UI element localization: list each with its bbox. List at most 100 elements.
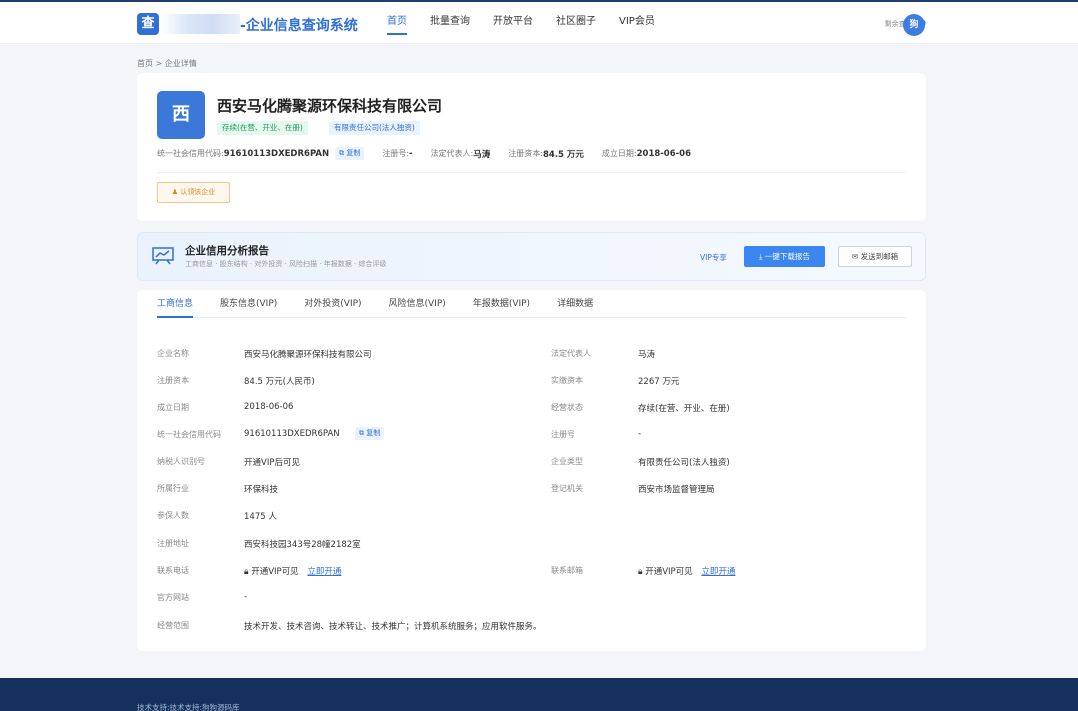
tab-detailed-data[interactable]: 详细数据 xyxy=(557,290,593,318)
company-logo: 西 xyxy=(157,91,205,139)
copy-icon: ⧉ xyxy=(339,149,345,157)
nav-vip[interactable]: VIP会员 xyxy=(619,2,655,44)
field-value: - xyxy=(244,592,248,602)
field-label: 官方网站 xyxy=(157,593,189,602)
field-value: - xyxy=(638,429,642,439)
page-footer: 技术支持:技术支持:狗狗源码库 xyxy=(0,678,1078,711)
founded-label: 成立日期: xyxy=(601,149,637,158)
field-label: 成立日期 xyxy=(157,403,189,412)
lock-icon: 🔒︎ xyxy=(638,567,643,577)
detail-tabs: 工商信息 股东信息(VIP) 对外投资(VIP) 风险信息(VIP) 年报数据(… xyxy=(157,290,906,318)
top-header: 查 -企业信息查询系统 首页 批量查询 开放平台 社区圈子 VIP会员 剩余查询… xyxy=(0,2,1078,44)
claim-label: 认领该企业 xyxy=(180,188,216,196)
field-label: 经营状态 xyxy=(551,403,583,412)
field-label: 实缴资本 xyxy=(551,376,583,385)
credit-report-banner: 企业信用分析报告 工商信息 · 股东结构 · 对外投资 · 风险扫描 · 年报数… xyxy=(137,232,926,281)
report-chart-icon xyxy=(152,247,174,265)
unlock-email-link[interactable]: 立即开通 xyxy=(701,567,735,577)
reg-no-label: 注册号: xyxy=(382,149,410,158)
company-type-badge: 有限责任公司(法人独资) xyxy=(329,121,420,135)
tab-investments[interactable]: 对外投资(VIP) xyxy=(304,290,361,318)
company-card: 西 西安马化腾聚源环保科技有限公司 存续(在营、开业、在册) 有限责任公司(法人… xyxy=(137,73,926,221)
field-value: 开通VIP后可见 xyxy=(244,458,300,468)
user-avatar[interactable]: 狗 xyxy=(903,14,925,36)
field-label: 注册地址 xyxy=(157,539,189,548)
field-value: 马涛 xyxy=(638,350,656,360)
field-label: 参保人数 xyxy=(157,511,189,520)
user-icon: ♟ xyxy=(171,188,179,196)
copy-label: 复制 xyxy=(346,149,361,157)
capital-label: 注册资本: xyxy=(508,149,543,158)
company-meta-row: 统一社会信用代码: 91610113DXEDR6PAN ⧉ 复制 注册号: - … xyxy=(157,147,691,160)
field-value: 有限责任公司(法人独资) xyxy=(638,458,730,468)
blurred-site-name xyxy=(160,14,240,34)
field-label: 经营范围 xyxy=(157,621,189,630)
detail-card: 工商信息 股东信息(VIP) 对外投资(VIP) 风险信息(VIP) 年报数据(… xyxy=(137,290,926,651)
field-value: 🔒︎ 开通VIP可见 立即开通 xyxy=(244,565,341,577)
tab-risk[interactable]: 风险信息(VIP) xyxy=(389,290,446,318)
legal-rep-label: 法定代表人: xyxy=(430,149,474,158)
download-label: 一键下载报告 xyxy=(764,252,810,261)
credit-code-value: 91610113DXEDR6PAN xyxy=(223,148,330,159)
field-value: 环保科技 xyxy=(244,485,279,495)
phone-locked-text: 开通VIP可见 xyxy=(251,567,299,577)
unlock-phone-link[interactable]: 立即开通 xyxy=(307,567,341,577)
field-label: 法定代表人 xyxy=(551,349,591,358)
nav-batch-query[interactable]: 批量查询 xyxy=(430,2,470,44)
copy-label: 复制 xyxy=(366,429,381,437)
mail-label: 发送到邮箱 xyxy=(860,252,899,261)
field-value: 2018-06-06 xyxy=(244,402,294,412)
divider xyxy=(157,172,906,173)
claim-company-button[interactable]: ♟ 认领该企业 xyxy=(157,182,230,203)
copy-credit-code-button[interactable]: ⧉ 复制 xyxy=(355,427,385,440)
lock-icon: 🔒︎ xyxy=(244,567,249,577)
field-value: 西安马化腾聚源环保科技有限公司 xyxy=(244,350,372,360)
field-label: 注册资本 xyxy=(157,376,189,385)
field-label: 所属行业 xyxy=(157,484,189,493)
field-value: 技术开发、技术咨询、技术转让、技术推广；计算机系统服务；应用软件服务。 xyxy=(244,622,542,632)
nav-open-platform[interactable]: 开放平台 xyxy=(493,2,533,44)
mail-icon: ✉ xyxy=(851,252,859,261)
company-name: 西安马化腾聚源环保科技有限公司 xyxy=(217,97,443,115)
field-value: 🔒︎ 开通VIP可见 立即开通 xyxy=(638,565,735,577)
copy-icon: ⧉ xyxy=(359,429,364,437)
field-label: 注册号 xyxy=(551,430,575,439)
tab-annual-report[interactable]: 年报数据(VIP) xyxy=(473,290,530,318)
field-value: 2267 万元 xyxy=(638,377,680,387)
nav-community[interactable]: 社区圈子 xyxy=(556,2,596,44)
main-nav: 首页 批量查询 开放平台 社区圈子 VIP会员 xyxy=(387,2,678,44)
vip-exclusive-label: VIP专享 xyxy=(700,253,727,262)
field-label: 企业类型 xyxy=(551,457,583,466)
site-logo[interactable]: 查 xyxy=(137,13,159,35)
field-value: 91610113DXEDR6PAN xyxy=(244,429,340,439)
email-locked-text: 开通VIP可见 xyxy=(645,567,693,577)
status-badge: 存续(在营、开业、在册) xyxy=(217,121,308,135)
field-value: 84.5 万元(人民币) xyxy=(244,377,315,387)
tab-shareholders[interactable]: 股东信息(VIP) xyxy=(220,290,277,318)
field-label: 企业名称 xyxy=(157,349,189,358)
field-label: 联系电话 xyxy=(157,566,189,575)
field-value: 西安科技园343号28幢2182室 xyxy=(244,540,361,550)
field-label: 统一社会信用代码 xyxy=(157,430,221,439)
field-value: 西安市场监督管理局 xyxy=(638,485,715,495)
field-label: 登记机关 xyxy=(551,484,583,493)
site-title[interactable]: -企业信息查询系统 xyxy=(240,15,358,35)
credit-code-label: 统一社会信用代码: xyxy=(157,149,224,158)
report-subtitle: 工商信息 · 股东结构 · 对外投资 · 风险扫描 · 年报数据 · 综合评级 xyxy=(185,260,387,268)
send-email-button[interactable]: ✉ 发送到邮箱 xyxy=(838,246,912,267)
legal-rep-value: 马涛 xyxy=(473,149,491,160)
footer-text: 技术支持:技术支持:狗狗源码库 xyxy=(137,703,240,711)
breadcrumb[interactable]: 首页 > 企业详情 xyxy=(137,58,197,69)
reg-no-value: - xyxy=(409,148,413,159)
download-report-button[interactable]: ⤓ 一键下载报告 xyxy=(744,246,825,267)
capital-value: 84.5 万元 xyxy=(542,149,584,160)
field-label: 联系邮箱 xyxy=(551,566,583,575)
tab-business-info[interactable]: 工商信息 xyxy=(157,290,194,318)
report-title: 企业信用分析报告 xyxy=(185,245,269,257)
copy-credit-code-button[interactable]: ⧉ 复制 xyxy=(335,147,365,160)
founded-value: 2018-06-06 xyxy=(636,148,691,159)
download-icon: ⤓ xyxy=(759,252,763,261)
nav-home[interactable]: 首页 xyxy=(387,2,407,35)
field-label: 纳税人识别号 xyxy=(157,457,205,466)
field-value: 1475 人 xyxy=(244,512,277,522)
